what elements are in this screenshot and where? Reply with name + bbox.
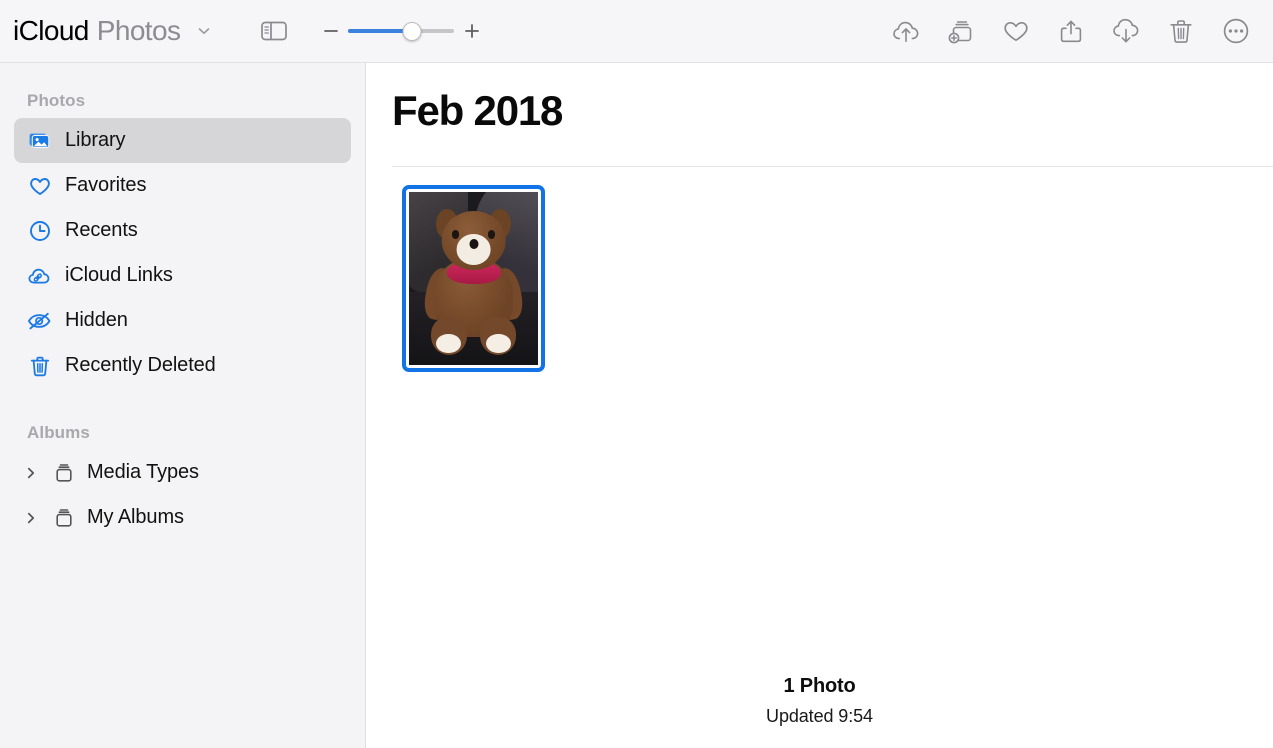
cloud-link-icon: [27, 263, 52, 288]
app-title-brand: iCloud: [13, 15, 89, 46]
sidebar-item-label: Media Types: [87, 461, 199, 483]
sidebar-item-label: Recents: [65, 219, 138, 241]
photo-thumbnail-teddy-bear[interactable]: [402, 185, 545, 372]
sidebar-item-label: Library: [65, 129, 126, 151]
chevron-right-icon[interactable]: [22, 509, 40, 527]
sidebar-item-label: Hidden: [65, 309, 128, 331]
content-header: Feb 2018: [366, 63, 1273, 135]
content-area: Feb 2018 1 Photo Updated 9:54: [366, 63, 1273, 748]
chevron-down-icon[interactable]: [196, 23, 212, 39]
sidebar-section-albums-title: Albums: [27, 423, 90, 442]
trash-icon: [27, 353, 52, 378]
sidebar-item-hidden[interactable]: Hidden: [14, 298, 351, 343]
content-footer: 1 Photo Updated 9:54: [366, 675, 1273, 748]
heart-icon: [27, 173, 52, 198]
sidebar-item-icloud-links[interactable]: iCloud Links: [14, 253, 351, 298]
sidebar: Photos Library Favorites Recents iCloud …: [0, 63, 366, 748]
zoom-out-button[interactable]: [320, 20, 342, 42]
updated-timestamp: Updated 9:54: [766, 706, 873, 726]
zoom-control[interactable]: [320, 20, 483, 42]
zoom-slider-knob[interactable]: [402, 21, 422, 41]
cloud-upload-icon[interactable]: [889, 14, 923, 48]
app-title[interactable]: iCloud Photos: [13, 15, 212, 47]
album-add-icon[interactable]: [944, 14, 978, 48]
icloud-photos-window: iCloud Photos Photos Library Favorites R…: [0, 0, 1273, 748]
chevron-right-icon[interactable]: [22, 464, 40, 482]
photo-grid: [366, 167, 1273, 675]
share-icon[interactable]: [1054, 14, 1088, 48]
trash-icon[interactable]: [1164, 14, 1198, 48]
ellipsis-circle-icon[interactable]: [1219, 14, 1253, 48]
sidebar-item-recently-deleted[interactable]: Recently Deleted: [14, 343, 351, 388]
sidebar-item-my-albums[interactable]: My Albums: [14, 495, 351, 540]
sidebar-item-label: My Albums: [87, 506, 184, 528]
teddy-bear-illustration: [409, 192, 538, 365]
sidebar-section-photos-title: Photos: [27, 91, 86, 110]
photo-image: [409, 192, 538, 365]
sidebar-toggle-icon[interactable]: [257, 16, 291, 46]
page-title: Feb 2018: [392, 87, 563, 134]
sidebar-item-library[interactable]: Library: [14, 118, 351, 163]
zoom-in-button[interactable]: [461, 20, 483, 42]
sidebar-item-recents[interactable]: Recents: [14, 208, 351, 253]
toolbar: iCloud Photos: [0, 0, 1273, 63]
sidebar-item-label: Favorites: [65, 174, 147, 196]
window-body: Photos Library Favorites Recents iCloud …: [0, 63, 1273, 748]
photo-count-label: 1 Photo: [783, 675, 856, 697]
zoom-slider[interactable]: [348, 21, 455, 41]
photo-stack-icon: [27, 128, 52, 153]
sidebar-item-label: Recently Deleted: [65, 354, 216, 376]
sidebar-item-favorites[interactable]: Favorites: [14, 163, 351, 208]
clock-icon: [27, 218, 52, 243]
eye-slash-icon: [27, 308, 52, 333]
cloud-download-icon[interactable]: [1109, 14, 1143, 48]
toolbar-actions: [889, 14, 1257, 48]
sidebar-item-label: iCloud Links: [65, 264, 173, 286]
sidebar-item-media-types[interactable]: Media Types: [14, 450, 351, 495]
app-title-suffix: Photos: [96, 15, 181, 46]
album-box-icon: [51, 460, 76, 485]
album-box-icon: [51, 505, 76, 530]
heart-icon[interactable]: [999, 14, 1033, 48]
